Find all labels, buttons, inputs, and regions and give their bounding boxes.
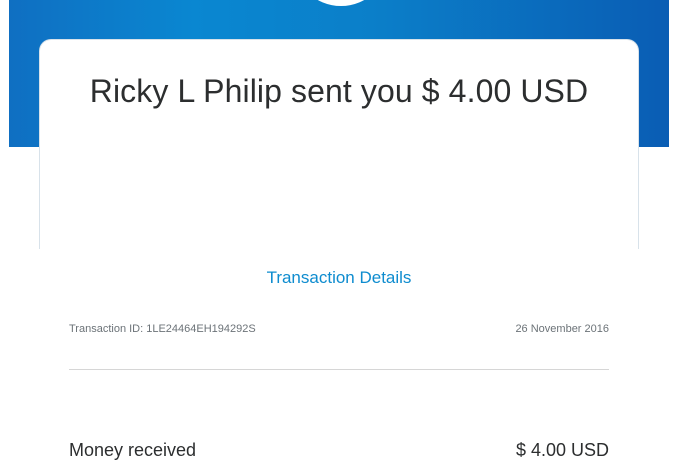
payment-headline: Ricky L Philip sent you $ 4.00 USD xyxy=(89,73,589,109)
transaction-date: 26 November 2016 xyxy=(515,323,609,335)
money-received-amount: $ 4.00 USD xyxy=(515,440,609,460)
transaction-details-link[interactable]: Transaction Details xyxy=(39,268,639,288)
card-fade xyxy=(40,189,638,249)
payment-card: Ricky L Philip sent you $ 4.00 USD xyxy=(39,39,639,249)
money-received-label: Money received xyxy=(69,440,197,460)
brand-logo-circle xyxy=(293,0,389,6)
transaction-id: Transaction ID: 1LE24464EH194292S xyxy=(69,323,256,335)
section-divider xyxy=(69,369,609,370)
